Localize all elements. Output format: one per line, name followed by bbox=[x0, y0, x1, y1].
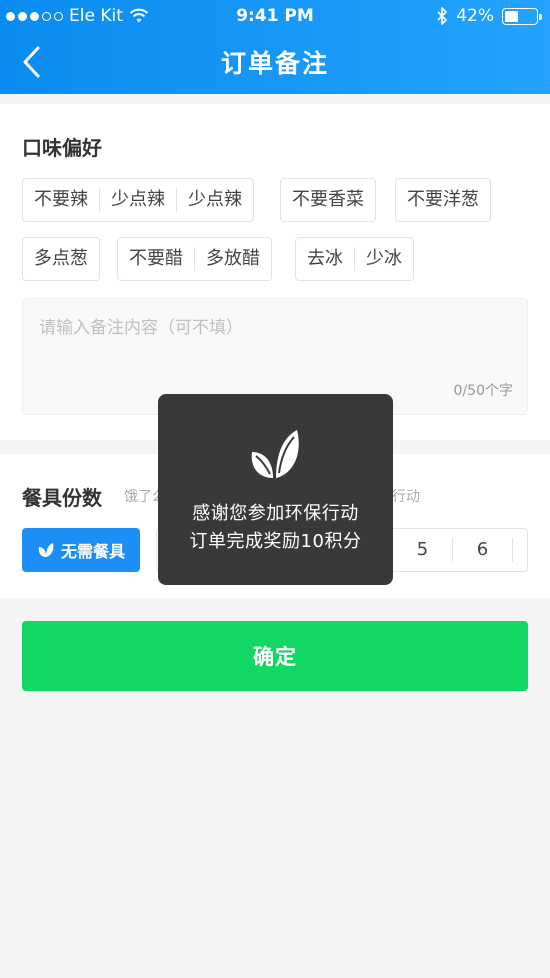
tag-option[interactable]: 不要香菜 bbox=[281, 188, 375, 212]
taste-title: 口味偏好 bbox=[22, 136, 102, 160]
no-tableware-label: 无需餐具 bbox=[60, 542, 125, 561]
battery-icon bbox=[502, 7, 542, 25]
tag-option[interactable]: 少冰 bbox=[354, 247, 413, 271]
tableware-title: 餐具份数 bbox=[22, 486, 102, 510]
tag-group-spicy: 不要辣 少点辣 少点辣 bbox=[22, 178, 254, 222]
tableware-hint-tail: 行动 bbox=[392, 489, 420, 505]
page-title: 订单备注 bbox=[220, 49, 329, 78]
bluetooth-icon bbox=[437, 7, 448, 25]
header: Ele Kit 9:41 PM 42% 订单备注 bbox=[0, 0, 550, 94]
tag-group-vinegar: 不要醋 多放醋 bbox=[117, 237, 272, 281]
battery-level bbox=[505, 10, 518, 22]
tag-option[interactable]: 去冰 bbox=[296, 247, 354, 271]
tag-group-scallion: 多点葱 bbox=[22, 237, 100, 281]
status-bar: Ele Kit 9:41 PM 42% bbox=[0, 0, 550, 34]
tag-option[interactable]: 少点辣 bbox=[99, 188, 176, 212]
confirm-button[interactable]: 确定 bbox=[22, 621, 528, 691]
tag-option[interactable]: 不要洋葱 bbox=[396, 188, 490, 212]
remark-char-count: 0/50个字 bbox=[453, 383, 513, 399]
status-right: 42% bbox=[436, 6, 542, 26]
tag-option[interactable]: 不要醋 bbox=[118, 247, 194, 271]
leaf-icon bbox=[38, 543, 54, 557]
no-tableware-button[interactable]: 无需餐具 bbox=[22, 528, 140, 572]
quantity-option[interactable]: 5 bbox=[393, 538, 453, 562]
taste-card: 口味偏好 不要辣 少点辣 少点辣 不要香菜 不要洋葱 多点葱 不要醋 多放醋 去… bbox=[0, 104, 550, 440]
tag-option[interactable]: 不要辣 bbox=[23, 188, 99, 212]
quantity-options: 5 6 bbox=[393, 538, 513, 562]
tag-group-onion: 不要洋葱 bbox=[395, 178, 491, 222]
toast-message-line1: 感谢您参加环保行动 bbox=[192, 503, 359, 524]
toast-message-line2: 订单完成奖励10积分 bbox=[189, 531, 362, 552]
tag-option[interactable]: 多点葱 bbox=[23, 247, 99, 271]
quantity-option[interactable]: 6 bbox=[453, 538, 513, 562]
tag-group-ice: 去冰 少冰 bbox=[295, 237, 414, 281]
toast: 感谢您参加环保行动 订单完成奖励10积分 bbox=[158, 394, 393, 585]
tag-option[interactable]: 少点辣 bbox=[176, 188, 253, 212]
battery-percent: 42% bbox=[456, 6, 494, 26]
leaf-icon bbox=[251, 430, 299, 478]
tag-option[interactable]: 多放醋 bbox=[194, 247, 271, 271]
remark-placeholder: 请输入备注内容（可不填） bbox=[39, 318, 243, 338]
tag-group-coriander: 不要香菜 bbox=[280, 178, 376, 222]
